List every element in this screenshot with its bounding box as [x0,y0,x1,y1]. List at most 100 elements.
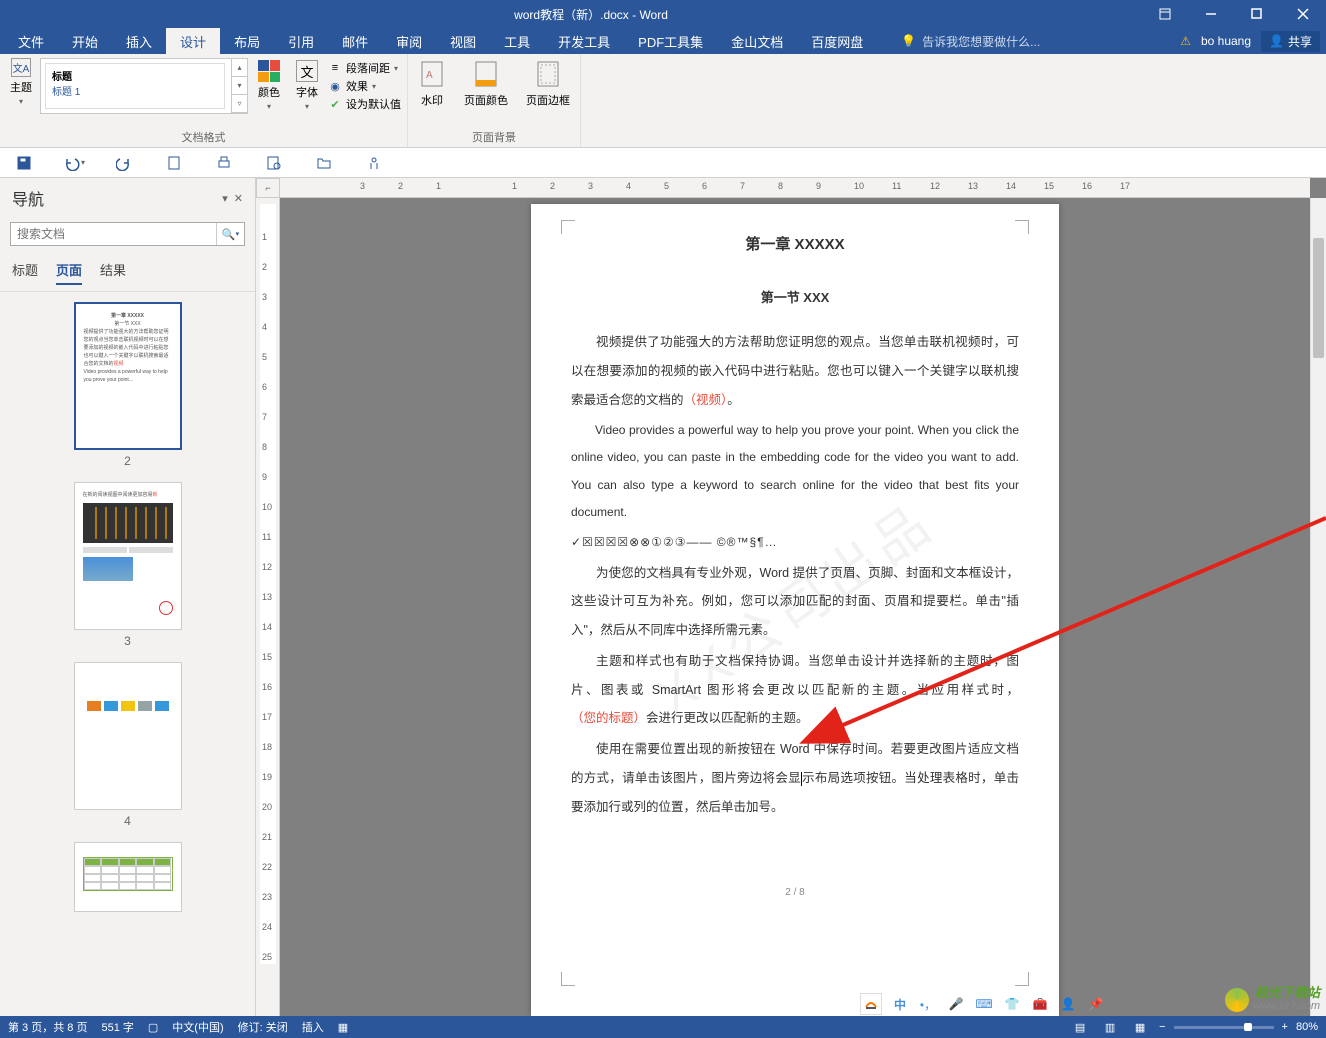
horizontal-ruler[interactable]: 3211234567891011121314151617 [280,178,1310,198]
maximize-icon[interactable] [1234,0,1280,28]
watermark-button[interactable]: A 水印 [414,58,450,110]
tab-view[interactable]: 视图 [436,28,490,54]
view-read-icon[interactable]: ▤ [1069,1018,1091,1036]
thumb-preview: 在新的阅读视图中阅读更加容易新 [74,482,182,630]
paragraph-spacing-button[interactable]: ≡段落间距▾ [328,60,401,76]
status-spellcheck-icon[interactable]: ▢ [148,1021,158,1034]
minimize-icon[interactable] [1188,0,1234,28]
page-viewport[interactable]: XX公司出品 第一章 XXXXX 第一节 XXX 视频提供了功能强大的方法帮助您… [280,198,1310,1016]
thumbnail-page-2[interactable]: 第一章 XXXXX 第一节 XXX 视频提供了功能强大的方法帮助您证明您的观点当… [74,302,182,468]
warning-icon[interactable]: ⚠ [1180,34,1191,48]
tab-baidu[interactable]: 百度网盘 [797,28,877,54]
sogou-icon[interactable] [860,993,882,1015]
gallery-up-icon[interactable]: ▴ [232,59,247,77]
tab-pdf[interactable]: PDF工具集 [624,28,717,54]
group-doc-format: 文A 主题 ▾ 标题 标题 1 ▴ ▾ ▿ 颜色 ▾ [0,54,408,147]
save-button[interactable] [12,151,36,175]
redo-button[interactable] [112,151,136,175]
effects-button[interactable]: ◉效果▾ [328,78,401,94]
ribbon-panel: 文A 主题 ▾ 标题 标题 1 ▴ ▾ ▿ 颜色 ▾ [0,54,1326,148]
ime-voice-icon[interactable]: 🎤 [946,994,966,1014]
nav-tab-results[interactable]: 结果 [100,260,126,285]
tell-me-search[interactable]: 💡 告诉我您想要做什么... [901,28,1040,54]
vertical-scrollbar[interactable] [1310,198,1326,1016]
zoom-level[interactable]: 80% [1296,1021,1318,1033]
view-web-icon[interactable]: ▦ [1129,1018,1151,1036]
gallery-down-icon[interactable]: ▾ [232,77,247,95]
tab-file[interactable]: 文件 [4,28,58,54]
nav-search[interactable]: 🔍▾ [10,222,245,246]
close-icon[interactable] [1280,0,1326,28]
doc-paragraph-eng: Video provides a powerful way to help yo… [571,417,1019,527]
site-watermark: 极光下载站 www.xz7.com [1253,986,1320,1012]
default-label: 设为默认值 [346,96,401,112]
new-button[interactable] [162,151,186,175]
thumbnail-page-3[interactable]: 在新的阅读视图中阅读更加容易新 3 [74,482,182,648]
ime-skin-icon[interactable]: 👕 [1002,994,1022,1014]
nav-dropdown-icon[interactable]: ▾ [222,192,228,205]
thumbnail-page-4[interactable]: XXX公司出品 4 [74,662,182,828]
ime-punct-icon[interactable]: •， [918,994,938,1014]
nav-close-icon[interactable]: ✕ [234,192,243,205]
tab-developer[interactable]: 开发工具 [544,28,624,54]
nav-header: 导航 ▾ ✕ [0,178,255,218]
ruler-corner[interactable]: ⌐ [256,178,280,198]
status-insert[interactable]: 插入 [302,1019,324,1035]
tab-home[interactable]: 开始 [58,28,112,54]
page-border-button[interactable]: 页面边框 [522,58,574,110]
check-icon: ✔ [328,97,342,111]
print-button[interactable] [212,151,236,175]
ime-pin-icon[interactable]: 📌 [1086,994,1106,1014]
fonts-button[interactable]: 文 字体 ▾ [290,58,324,113]
share-button[interactable]: 👤 共享 [1261,31,1320,52]
nav-tab-headings[interactable]: 标题 [12,260,38,285]
zoom-in-icon[interactable]: + [1282,1021,1288,1033]
touch-mode-button[interactable] [362,151,386,175]
open-button[interactable] [312,151,336,175]
set-default-button[interactable]: ✔ 设为默认值 [328,96,401,112]
status-language[interactable]: 中文(中国) [172,1019,223,1035]
status-macro-icon[interactable]: ▦ [338,1021,348,1034]
page-color-button[interactable]: 页面颜色 [460,58,512,110]
tab-kingsoft[interactable]: 金山文档 [717,28,797,54]
vertical-ruler[interactable]: 1234567891011121314151617181920212223242… [256,198,280,1016]
style-item[interactable]: 标题 标题 1 [45,63,225,109]
zoom-slider[interactable] [1174,1026,1274,1029]
tab-design[interactable]: 设计 [166,28,220,54]
status-words[interactable]: 551 字 [101,1019,133,1035]
tab-tools[interactable]: 工具 [490,28,544,54]
themes-button[interactable]: 文A 主题 ▾ [6,58,36,106]
print-preview-button[interactable] [262,151,286,175]
ribbon-options-icon[interactable] [1142,0,1188,28]
nav-search-input[interactable] [11,223,216,245]
nav-tab-pages[interactable]: 页面 [56,260,82,285]
style-gallery[interactable]: 标题 标题 1 ▴ ▾ ▿ [40,58,248,114]
ime-keyboard-icon[interactable]: ⌨ [974,994,994,1014]
colors-button[interactable]: 颜色 ▾ [252,58,286,113]
gallery-more-icon[interactable]: ▿ [232,95,247,113]
tab-insert[interactable]: 插入 [112,28,166,54]
scroll-thumb[interactable] [1313,238,1324,358]
document-page[interactable]: XX公司出品 第一章 XXXXX 第一节 XXX 视频提供了功能强大的方法帮助您… [531,204,1059,1016]
thumbnail-page-5[interactable] [74,842,182,912]
ime-lang-icon[interactable]: 中 [890,994,910,1014]
tab-review[interactable]: 审阅 [382,28,436,54]
style-title: 标题 [52,68,218,83]
zoom-knob[interactable] [1244,1023,1252,1031]
zoom-out-icon[interactable]: − [1159,1021,1165,1033]
tab-references[interactable]: 引用 [274,28,328,54]
page-border-icon [534,60,562,88]
view-print-icon[interactable]: ▥ [1099,1018,1121,1036]
tab-mailings[interactable]: 邮件 [328,28,382,54]
document-area: ⌐ 3211234567891011121314151617 123456789… [256,178,1326,1016]
search-icon[interactable]: 🔍▾ [216,223,244,245]
tab-layout[interactable]: 布局 [220,28,274,54]
ime-toolbox-icon[interactable]: 🧰 [1030,994,1050,1014]
status-track[interactable]: 修订: 关闭 [238,1019,288,1035]
status-page[interactable]: 第 3 页，共 8 页 [8,1019,87,1035]
main-area: 导航 ▾ ✕ 🔍▾ 标题 页面 结果 第一章 XXXXX 第一节 XXX 视频提… [0,178,1326,1016]
thumbnail-list[interactable]: 第一章 XXXXX 第一节 XXX 视频提供了功能强大的方法帮助您证明您的观点当… [0,292,255,1016]
account-name[interactable]: bo huang [1201,34,1251,48]
ime-user-icon[interactable]: 👤 [1058,994,1078,1014]
undo-button[interactable]: ▾ [62,151,86,175]
